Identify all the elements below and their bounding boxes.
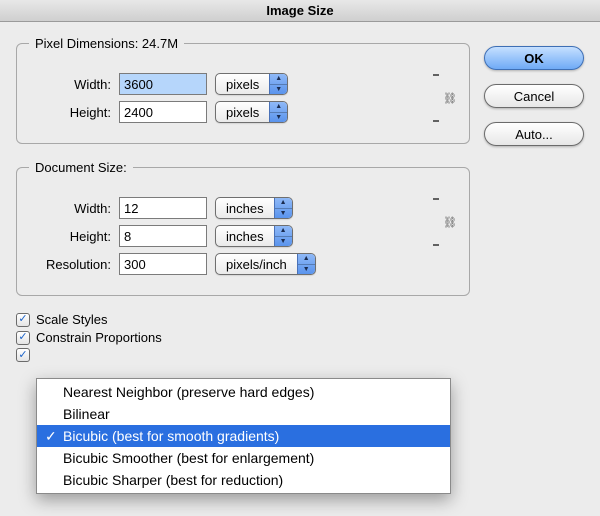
document-size-legend: Document Size: [29,160,133,175]
resolution-unit-select[interactable]: pixels/inch ▲▼ [215,253,316,275]
resample-option[interactable]: Bicubic Smoother (best for enlargement) [37,447,450,469]
checkmark-icon: ✓ [45,428,57,445]
px-width-unit-select[interactable]: pixels ▲▼ [215,73,288,95]
doc-width-label: Width: [29,201,111,216]
ok-button[interactable]: OK [484,46,584,70]
px-height-unit-select[interactable]: pixels ▲▼ [215,101,288,123]
doc-height-unit-select[interactable]: inches ▲▼ [215,225,293,247]
main-panel: Pixel Dimensions: 24.7M Width: pixels ▲▼… [16,36,470,365]
doc-width-input[interactable] [119,197,207,219]
px-width-input[interactable] [119,73,207,95]
stepper-icon: ▲▼ [269,74,287,94]
doc-width-unit-label: inches [216,198,274,218]
doc-height-input[interactable] [119,225,207,247]
px-width-unit-label: pixels [216,74,269,94]
resample-option-label: Bicubic Sharper (best for reduction) [63,472,283,488]
pixel-dimensions-group: Pixel Dimensions: 24.7M Width: pixels ▲▼… [16,36,470,144]
constrain-proportions-label: Constrain Proportions [36,330,162,345]
resample-option[interactable]: Bilinear [37,403,450,425]
resample-option-label: Bicubic Smoother (best for enlargement) [63,450,314,466]
resample-option[interactable]: Nearest Neighbor (preserve hard edges) [37,381,450,403]
resolution-unit-label: pixels/inch [216,254,297,274]
stepper-icon: ▲▼ [274,198,292,218]
resample-checkbox[interactable]: ✓ [16,348,30,362]
constrain-link-icon: ⛓ [431,71,457,125]
resolution-input[interactable] [119,253,207,275]
stepper-icon: ▲▼ [297,254,315,274]
side-buttons: OK Cancel Auto... [484,36,584,146]
window-title: Image Size [0,0,600,22]
resample-option-label: Nearest Neighbor (preserve hard edges) [63,384,314,400]
resample-option[interactable]: Bicubic Sharper (best for reduction) [37,469,450,491]
px-width-label: Width: [29,77,111,92]
auto-button[interactable]: Auto... [484,122,584,146]
constrain-proportions-checkbox[interactable]: ✓ [16,331,30,345]
resample-option-label: Bilinear [63,406,110,422]
scale-styles-label: Scale Styles [36,312,108,327]
resample-option-label: Bicubic (best for smooth gradients) [63,428,279,444]
px-height-unit-label: pixels [216,102,269,122]
doc-height-unit-label: inches [216,226,274,246]
pixel-dimensions-legend: Pixel Dimensions: 24.7M [29,36,184,51]
px-height-label: Height: [29,105,111,120]
doc-width-unit-select[interactable]: inches ▲▼ [215,197,293,219]
cancel-button[interactable]: Cancel [484,84,584,108]
resample-dropdown-menu[interactable]: Nearest Neighbor (preserve hard edges) Bi… [36,378,451,494]
px-height-input[interactable] [119,101,207,123]
constrain-link-icon: ⛓ [431,195,457,249]
doc-height-label: Height: [29,229,111,244]
scale-styles-checkbox[interactable]: ✓ [16,313,30,327]
resample-option[interactable]: ✓ Bicubic (best for smooth gradients) [37,425,450,447]
document-size-group: Document Size: Width: inches ▲▼ Height: [16,160,470,296]
stepper-icon: ▲▼ [274,226,292,246]
resolution-label: Resolution: [29,257,111,272]
stepper-icon: ▲▼ [269,102,287,122]
